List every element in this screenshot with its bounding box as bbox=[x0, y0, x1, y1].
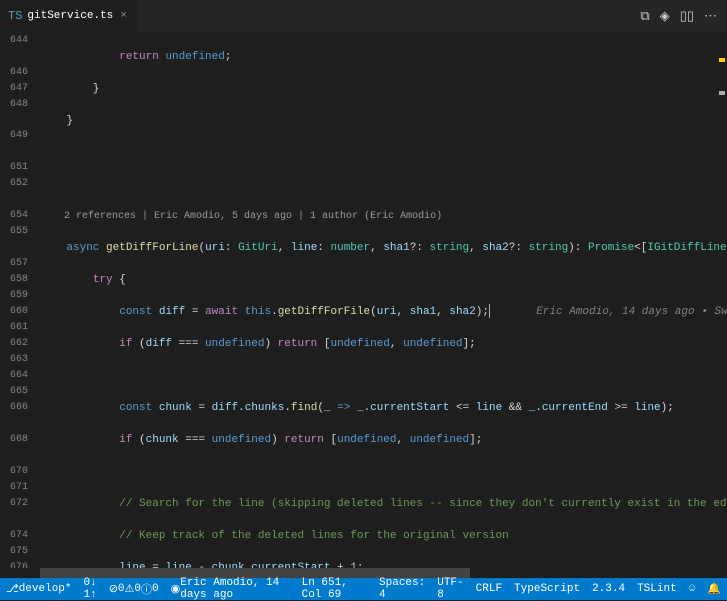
code-content[interactable]: return undefined; } } 2 references | Eri… bbox=[40, 33, 727, 568]
tab-gitservice[interactable]: TS gitService.ts × bbox=[0, 0, 137, 33]
blame-annotation: Eric Amodio, 14 days ago • Switches to n… bbox=[536, 306, 727, 318]
branch-icon: ⎇ bbox=[6, 582, 19, 596]
indentation[interactable]: Spaces: 4 bbox=[373, 578, 431, 600]
compare-icon[interactable]: ⧉ bbox=[640, 9, 649, 24]
status-bar: ⎇ develop* 0↓ 1↑ ⊘ 0 ⚠ 0 ⓘ 0 ◉ Eric Amod… bbox=[0, 578, 727, 600]
cursor-position[interactable]: Ln 651, Col 69 bbox=[296, 578, 373, 600]
typescript-version[interactable]: 2.3.4 bbox=[586, 578, 631, 600]
git-branch[interactable]: ⎇ develop* bbox=[0, 578, 78, 600]
text-cursor bbox=[489, 304, 490, 318]
tab-filename: gitService.ts bbox=[27, 10, 113, 22]
blame-status[interactable]: ◉ Eric Amodio, 14 days ago bbox=[165, 578, 296, 600]
warning-icon: ⚠ bbox=[125, 582, 135, 596]
language-mode[interactable]: TypeScript bbox=[508, 578, 586, 600]
notifications-icon[interactable]: 🔔 bbox=[701, 578, 727, 600]
overview-ruler[interactable] bbox=[713, 33, 727, 568]
codelens-references[interactable]: 2 references | Eric Amodio, 5 days ago |… bbox=[64, 211, 442, 222]
editor-area[interactable]: 644 646 647 648 649 651 652 654 655 657 … bbox=[0, 33, 727, 568]
feedback-icon[interactable]: ☺ bbox=[683, 578, 702, 600]
typescript-icon: TS bbox=[8, 9, 22, 23]
diff-icon[interactable]: ◈ bbox=[660, 9, 670, 24]
error-icon: ⊘ bbox=[109, 582, 118, 596]
encoding[interactable]: UTF-8 bbox=[431, 578, 469, 600]
tab-bar: TS gitService.ts × ⧉ ◈ ▯▯ ⋯ bbox=[0, 0, 727, 33]
split-icon[interactable]: ▯▯ bbox=[680, 9, 694, 24]
tslint-status[interactable]: TSLint bbox=[631, 578, 683, 600]
info-icon: ⓘ bbox=[141, 581, 152, 597]
editor-actions: ⧉ ◈ ▯▯ ⋯ bbox=[640, 9, 727, 24]
close-icon[interactable]: × bbox=[118, 10, 129, 22]
line-gutter: 644 646 647 648 649 651 652 654 655 657 … bbox=[0, 33, 40, 568]
eol[interactable]: CRLF bbox=[470, 578, 508, 600]
problems[interactable]: ⊘ 0 ⚠ 0 ⓘ 0 bbox=[103, 578, 165, 600]
git-sync[interactable]: 0↓ 1↑ bbox=[78, 578, 103, 600]
git-commit-icon: ◉ bbox=[171, 582, 181, 596]
more-icon[interactable]: ⋯ bbox=[704, 9, 717, 24]
